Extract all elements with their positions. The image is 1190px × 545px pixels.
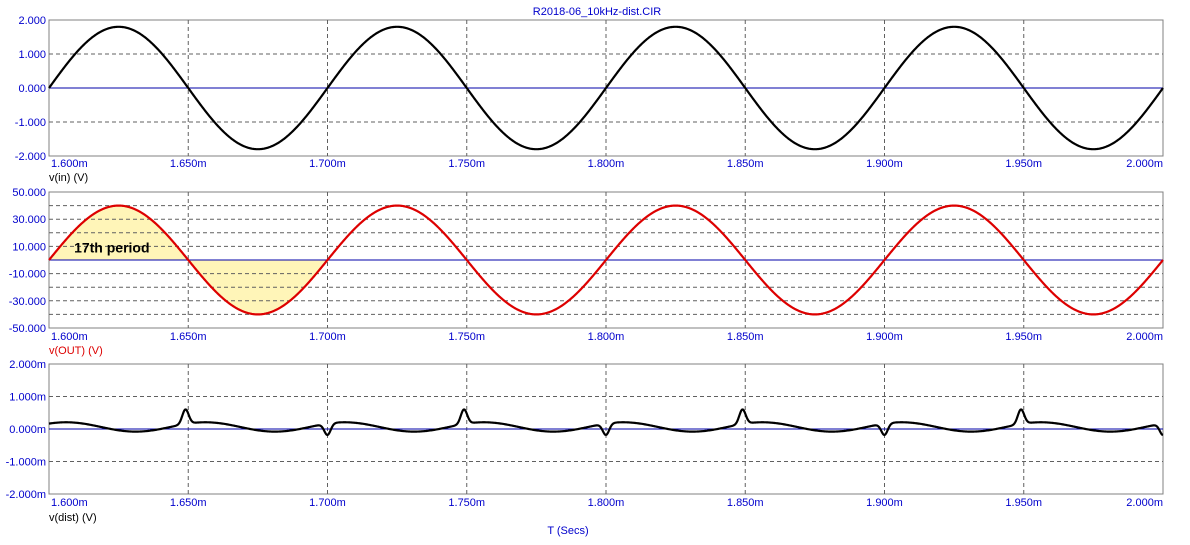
annotation-17th-period: 17th period <box>74 239 149 255</box>
x-axis-label: T (Secs) <box>547 525 588 537</box>
x-tick-label: 2.000m <box>1126 331 1163 343</box>
x-tick-label: 1.650m <box>170 497 207 509</box>
x-tick-label: 1.900m <box>866 331 903 343</box>
y-tick-label: -1.000 <box>15 117 46 129</box>
x-tick-label: 1.850m <box>727 497 764 509</box>
y-tick-label: 30.000 <box>12 214 46 226</box>
y-tick-label: 50.000 <box>12 187 46 199</box>
x-tick-label: 1.650m <box>170 158 207 170</box>
x-tick-label: 1.950m <box>1005 158 1042 170</box>
x-tick-label: 2.000m <box>1126 497 1163 509</box>
panel-dist: 2.000m 1.000m 0.000m -1.000m -2.000m 1.600m 1.… <box>6 359 1164 524</box>
y-tick-label: -50.000 <box>9 323 46 335</box>
x-tick-label: 1.750m <box>448 331 485 343</box>
plot-window: R2018-06_10kHz-dist.CIR 2.000 1.000 0.000 -… <box>0 0 1190 545</box>
x-tick-label: 1.700m <box>309 158 346 170</box>
x-tick-label: 2.000m <box>1126 158 1163 170</box>
x-tick-label: 1.800m <box>588 331 625 343</box>
y-tick-label: 0.000m <box>9 424 46 436</box>
y-tick-label: 1.000 <box>18 49 46 61</box>
y-axis-label-vin: v(in) (V) <box>49 172 88 184</box>
x-tick-label: 1.600m <box>51 331 88 343</box>
x-tick-label: 1.900m <box>866 158 903 170</box>
y-tick-label: -2.000m <box>6 489 46 501</box>
panel-vout: 50.000 30.000 10.000 -10.000 -30.000 -50.000 1… <box>9 187 1164 357</box>
x-tick-label: 1.950m <box>1005 497 1042 509</box>
x-tick-label: 1.800m <box>588 497 625 509</box>
y-tick-label: 0.000 <box>18 83 46 95</box>
y-tick-label: 2.000 <box>18 15 46 27</box>
x-tick-label: 1.700m <box>309 331 346 343</box>
plot-canvas: R2018-06_10kHz-dist.CIR 2.000 1.000 0.000 -… <box>6 6 1164 537</box>
y-tick-label: 2.000m <box>9 359 46 371</box>
x-tick-label: 1.600m <box>51 497 88 509</box>
panel-vin: 2.000 1.000 0.000 -1.000 -2.000 1.600m 1.650m 1… <box>15 15 1164 184</box>
y-axis-label-dist: v(dist) (V) <box>49 512 97 524</box>
chart-title: R2018-06_10kHz-dist.CIR <box>533 6 661 18</box>
y-tick-label: -1.000m <box>6 457 46 469</box>
y-tick-label: 1.000m <box>9 392 46 404</box>
x-tick-label: 1.700m <box>309 497 346 509</box>
y-tick-label: -30.000 <box>9 296 46 308</box>
x-tick-label: 1.800m <box>588 158 625 170</box>
y-axis-label-vout: v(OUT) (V) <box>49 345 103 357</box>
y-tick-label: -10.000 <box>9 269 46 281</box>
x-tick-label: 1.600m <box>51 158 88 170</box>
x-tick-label: 1.950m <box>1005 331 1042 343</box>
x-tick-label: 1.750m <box>448 158 485 170</box>
x-tick-label: 1.650m <box>170 331 207 343</box>
x-tick-label: 1.850m <box>727 331 764 343</box>
x-tick-label: 1.750m <box>448 497 485 509</box>
x-tick-label: 1.900m <box>866 497 903 509</box>
y-tick-label: -2.000 <box>15 151 46 163</box>
y-tick-label: 10.000 <box>12 241 46 253</box>
x-tick-label: 1.850m <box>727 158 764 170</box>
